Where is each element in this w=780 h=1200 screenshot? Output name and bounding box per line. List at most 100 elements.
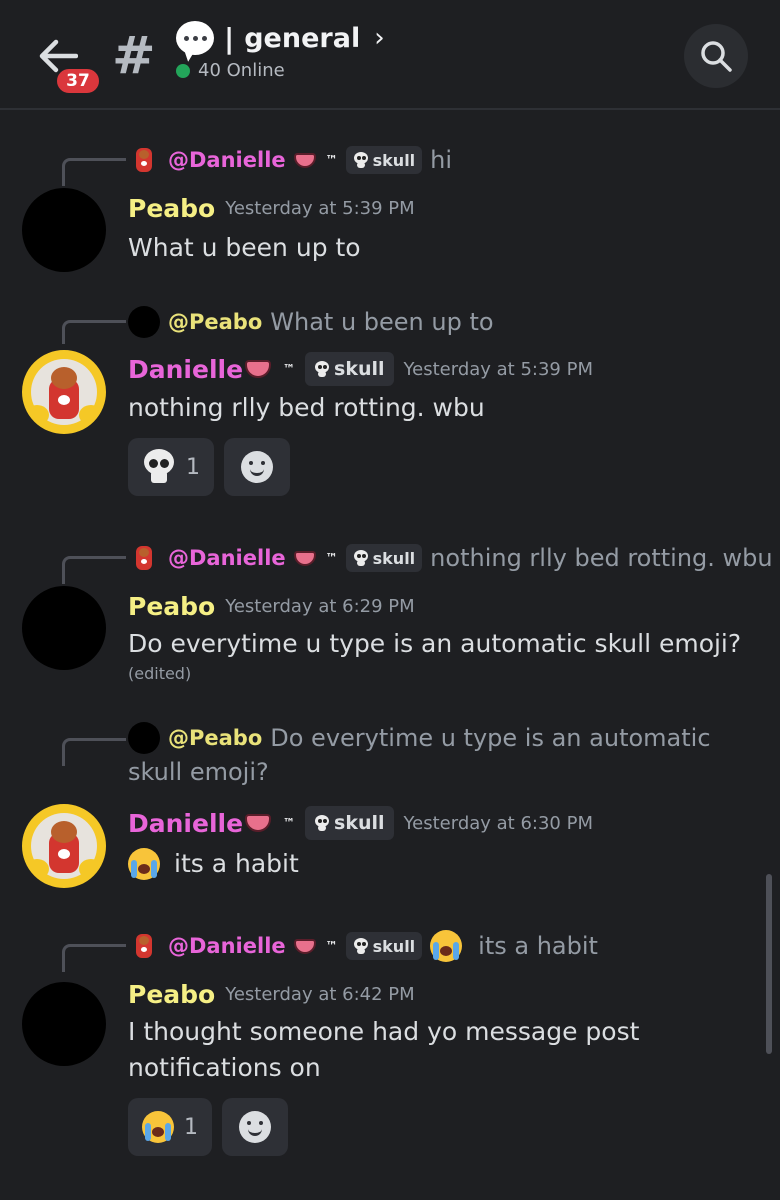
avatar[interactable]: [22, 188, 106, 272]
avatar[interactable]: [22, 982, 106, 1066]
skull-icon: [353, 549, 369, 567]
skull-icon: [353, 151, 369, 169]
reply-preview[interactable]: @Danielle ™ skull hi: [128, 144, 452, 176]
timestamp: Yesterday at 6:29 PM: [225, 596, 415, 617]
channel-separator: |: [224, 21, 235, 55]
message-content: What u been up to: [128, 233, 361, 262]
message-content: Do everytime u type is an automatic skul…: [128, 629, 742, 658]
loudly-crying-face-icon: [128, 848, 160, 880]
trademark-mark: ™: [325, 551, 338, 565]
smiley-icon: [241, 451, 273, 483]
reaction-skull[interactable]: 1: [128, 438, 214, 496]
timestamp: Yesterday at 5:39 PM: [403, 358, 593, 380]
reply-text: Do everytime u type is an automatic: [270, 724, 711, 752]
message-header: Danielle ™ skull Yesterday at 5:39 PM: [128, 352, 593, 386]
avatar[interactable]: [22, 350, 106, 434]
reply-author: @Peabo: [168, 310, 263, 334]
tongue-emoji-icon: [245, 814, 272, 832]
tongue-emoji-icon: [293, 152, 316, 168]
reply-author: @Danielle: [168, 546, 286, 570]
scrollbar[interactable]: [766, 874, 772, 1054]
online-status: 40 Online: [176, 60, 285, 81]
clan-tag: skull: [305, 806, 394, 840]
skull-icon: [314, 814, 330, 832]
avatar: [128, 306, 160, 338]
message-content: I thought someone had yo message post: [128, 1017, 640, 1046]
channel-header: 37 # | general › 40 Online: [0, 0, 780, 110]
clan-tag: skull: [305, 352, 394, 386]
reply-author: @Danielle: [168, 148, 286, 172]
search-button[interactable]: [684, 24, 748, 88]
reply-text: its a habit: [478, 932, 598, 960]
loudly-crying-face-icon: [142, 1111, 174, 1143]
channel-title[interactable]: | general ›: [176, 18, 385, 58]
avatar[interactable]: [22, 804, 106, 888]
message[interactable]: @Peabo Do everytime u type is an automat…: [0, 716, 780, 896]
chevron-right-icon: ›: [374, 23, 385, 53]
avatar[interactable]: [22, 586, 106, 670]
reply-connector: [62, 158, 126, 186]
reply-text: What u been up to: [270, 308, 494, 336]
trademark-mark: ™: [325, 153, 338, 167]
skull-icon: [353, 937, 369, 955]
reply-preview[interactable]: @Peabo Do everytime u type is an automat…: [128, 722, 711, 754]
clan-tag: skull: [345, 146, 423, 174]
author-name[interactable]: Danielle: [128, 355, 243, 384]
reply-text: hi: [430, 146, 453, 174]
reply-author: @Peabo: [168, 726, 263, 750]
reaction-loudly-crying-face[interactable]: 1: [128, 1098, 212, 1156]
timestamp: Yesterday at 6:30 PM: [403, 812, 593, 834]
trademark-mark: ™: [283, 362, 296, 376]
message-header: Peabo Yesterday at 6:29 PM: [128, 592, 415, 621]
reply-connector: [62, 320, 126, 344]
message[interactable]: @Danielle ™ skull hi Peabo Yesterday at …: [0, 138, 780, 278]
speech-bubble-icon: [176, 21, 214, 55]
author-name[interactable]: Peabo: [128, 980, 215, 1009]
message-header: Danielle ™ skull Yesterday at 6:30 PM: [128, 806, 593, 840]
reply-connector: [62, 944, 126, 972]
message-header: Peabo Yesterday at 5:39 PM: [128, 194, 415, 223]
tongue-emoji-icon: [293, 550, 316, 566]
loudly-crying-face-icon: [430, 930, 463, 962]
clan-tag: skull: [345, 544, 423, 572]
reply-preview[interactable]: @Danielle ™ skull nothing rlly bed rotti…: [128, 542, 773, 574]
reply-text: nothing rlly bed rotting. wbu: [430, 544, 773, 572]
clan-tag: skull: [345, 932, 423, 960]
skull-icon: [314, 360, 330, 378]
timestamp: Yesterday at 6:42 PM: [225, 984, 415, 1005]
message[interactable]: @Danielle ™ skull nothing rlly bed rotti…: [0, 536, 780, 696]
author-name[interactable]: Peabo: [128, 592, 215, 621]
reply-connector: [62, 738, 126, 766]
message[interactable]: @Peabo What u been up to Danielle ™ skul…: [0, 300, 780, 510]
tongue-emoji-icon: [245, 360, 272, 378]
reply-preview[interactable]: @Peabo What u been up to: [128, 306, 494, 338]
author-name[interactable]: Peabo: [128, 194, 215, 223]
skull-icon: [142, 449, 176, 485]
avatar: [128, 542, 160, 574]
trademark-mark: ™: [325, 939, 338, 953]
message-content: nothing rlly bed rotting. wbu: [128, 393, 485, 422]
author-name[interactable]: Danielle: [128, 809, 243, 838]
hash-icon: #: [112, 26, 156, 86]
reaction-count: 1: [186, 454, 200, 480]
add-reaction-button[interactable]: [224, 438, 290, 496]
message-content-continued: notifications on: [128, 1053, 321, 1082]
reply-author: @Danielle: [168, 934, 286, 958]
message-content: its a habit: [128, 846, 299, 882]
reaction-count: 1: [184, 1114, 198, 1140]
tongue-emoji-icon: [293, 938, 316, 954]
avatar: [128, 722, 160, 754]
unread-badge: 37: [54, 66, 102, 96]
reply-preview[interactable]: @Danielle ™ skull its a habit: [128, 930, 598, 962]
reactions: 1: [128, 1098, 288, 1156]
reply-text-continued: skull emoji?: [128, 758, 269, 786]
online-dot-icon: [176, 63, 190, 78]
add-reaction-button[interactable]: [222, 1098, 288, 1156]
channel-name: general: [244, 22, 361, 54]
message[interactable]: @Danielle ™ skull its a habit Peabo Yest…: [0, 924, 780, 1164]
reply-connector: [62, 556, 126, 584]
avatar: [128, 930, 160, 962]
trademark-mark: ™: [283, 816, 296, 830]
timestamp: Yesterday at 5:39 PM: [225, 198, 415, 219]
reactions: 1: [128, 438, 290, 496]
